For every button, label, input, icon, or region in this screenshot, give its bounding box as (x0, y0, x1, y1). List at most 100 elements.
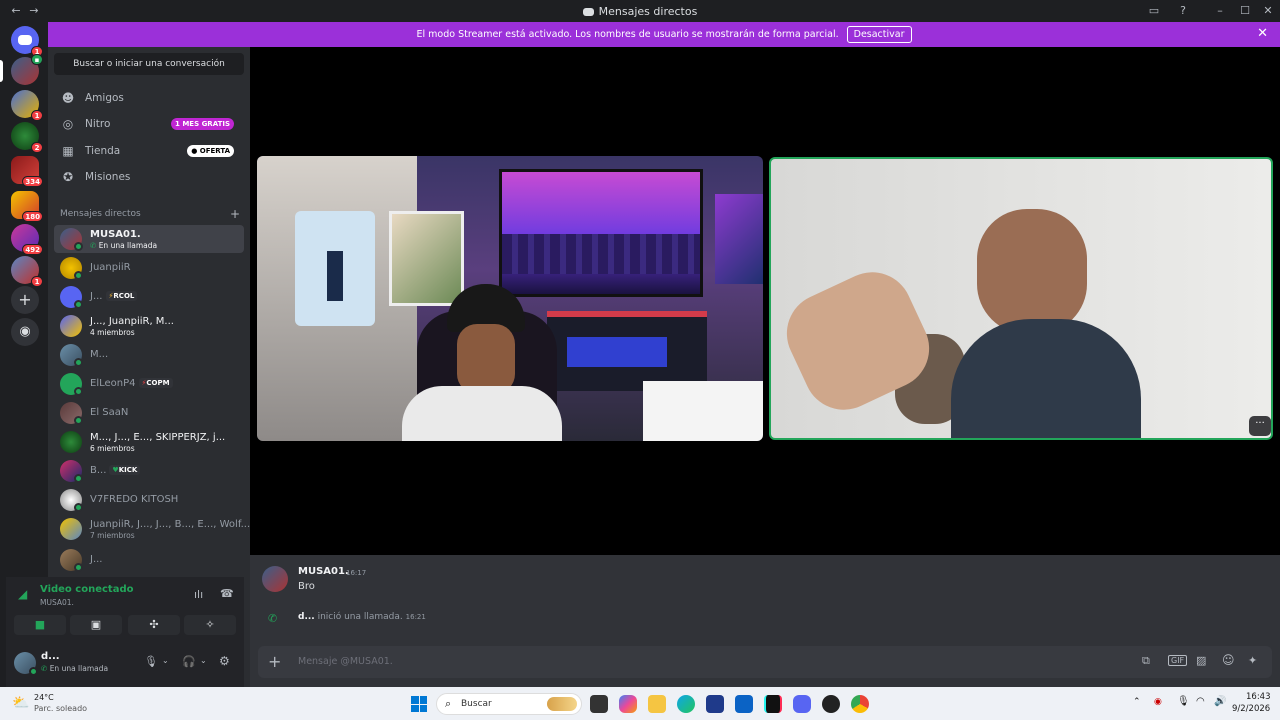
weather-desc[interactable]: Parc. soleado (34, 704, 87, 713)
create-dm-icon[interactable]: + (230, 207, 240, 221)
dm-item[interactable]: JuanpiiR (54, 254, 244, 282)
minimize-icon[interactable]: – (1212, 3, 1228, 19)
task-view-icon[interactable] (590, 695, 608, 713)
more-options-icon[interactable]: ··· (1249, 416, 1271, 436)
add-attachment-icon[interactable]: + (268, 652, 281, 671)
volume-icon[interactable]: 🔊 (1214, 696, 1226, 707)
disconnect-icon[interactable]: ☎ (220, 587, 234, 600)
nav-nitro[interactable]: ◎ Nitro 1 MES GRATIS (56, 112, 244, 136)
message-author[interactable]: MUSA01. (298, 566, 349, 577)
discord-taskbar-icon[interactable] (793, 695, 811, 713)
outlook-icon[interactable] (735, 695, 753, 713)
dm-item[interactable]: El SaaN (54, 399, 244, 427)
tray-app-icon[interactable]: ◉ (1154, 697, 1162, 707)
add-server-button[interactable]: + (11, 286, 39, 314)
friends-icon: ☻ (61, 91, 75, 105)
message-input[interactable]: Mensaje @MUSA01. (298, 656, 393, 667)
chevron-down-icon[interactable]: ⌄ (162, 656, 169, 665)
chrome-icon[interactable] (851, 695, 869, 713)
status-indicator (74, 474, 83, 483)
server-icon[interactable]: 1 (11, 90, 43, 121)
taskbar-search[interactable]: ⌕ Buscar (436, 693, 582, 715)
server-icon[interactable]: 492 (11, 224, 43, 255)
camera-button[interactable]: ■ (14, 615, 66, 635)
video-tile-streamer[interactable] (257, 156, 763, 441)
server-icon[interactable]: 334 (11, 156, 43, 187)
call-indicator-icon: ▪ (31, 54, 43, 65)
status-indicator (74, 503, 83, 512)
server-icon[interactable]: 180 (11, 191, 43, 222)
poster (715, 194, 763, 284)
soundboard-button[interactable]: ✧ (184, 615, 236, 635)
settings-gear-icon[interactable]: ⚙ (219, 654, 230, 668)
noise-suppression-icon[interactable]: ılı (194, 588, 203, 601)
server-icon[interactable]: ▪ (11, 54, 43, 85)
inbox-icon[interactable]: ▭ (1146, 3, 1162, 19)
dm-item[interactable]: J... (54, 546, 244, 574)
search-conversation-button[interactable]: Buscar o iniciar una conversación (54, 53, 244, 75)
dm-item[interactable]: M..., J..., E..., SKIPPERJZ, j... 6 miem… (54, 428, 244, 456)
home-dm-button[interactable]: 1 (11, 26, 43, 57)
chevron-down-icon[interactable]: ⌄ (200, 656, 207, 665)
wifi-icon[interactable]: ◠ (1196, 696, 1205, 707)
nav-shop[interactable]: ▦ Tienda ● OFERTA (56, 139, 244, 163)
gif-icon[interactable]: GIF (1168, 655, 1188, 666)
dm-item[interactable]: ElLeonP4 ⚡COPM (54, 370, 244, 398)
edge-icon[interactable] (677, 695, 695, 713)
dm-name: ElLeonP4 ⚡COPM (90, 378, 173, 389)
clock-time[interactable]: 16:43 (1246, 692, 1271, 702)
window-title: Mensajes directos (0, 5, 1280, 18)
hoodie (951, 319, 1141, 438)
store-icon[interactable] (706, 695, 724, 713)
app-icon[interactable] (822, 695, 840, 713)
nav-quests[interactable]: ✪ Misiones (56, 165, 244, 189)
emoji-icon[interactable]: ☺ (1222, 653, 1235, 667)
start-button[interactable] (411, 696, 427, 712)
sticker-icon[interactable]: ▨ (1196, 654, 1206, 667)
notification-badge: 180 (22, 211, 43, 222)
voice-connected-panel: ◢ Video conectado MUSA01. ılı ☎ ■ ▣ ✣ ✧ (6, 577, 244, 643)
gift-icon[interactable]: ⧉ (1142, 654, 1150, 668)
maximize-icon[interactable]: ☐ (1237, 3, 1253, 19)
screenshare-button[interactable]: ▣ (70, 615, 122, 635)
dm-item[interactable]: MUSA01. ✆ En una llamada (54, 225, 244, 253)
headphones-icon[interactable]: 🎧 (182, 655, 196, 668)
plus-icon: + (18, 290, 32, 309)
call-phone-icon: ✆ (268, 612, 278, 625)
notification-badge: 492 (22, 244, 43, 255)
notification-badge: 1 (31, 110, 43, 121)
voice-channel[interactable]: MUSA01. (40, 598, 74, 607)
close-window-icon[interactable]: ✕ (1260, 3, 1276, 19)
copilot-icon[interactable] (619, 695, 637, 713)
dm-item[interactable]: JuanpiiR, J..., J..., B..., E..., Wolf..… (54, 515, 250, 543)
dm-item[interactable]: V7FREDO KITOSH (54, 486, 244, 514)
user-name[interactable]: d... (41, 651, 60, 662)
file-explorer-icon[interactable] (648, 695, 666, 713)
status-indicator (74, 563, 83, 572)
server-icon[interactable]: 2 (11, 122, 43, 153)
tray-chevron-icon[interactable]: ⌃ (1133, 697, 1141, 707)
face (977, 209, 1087, 334)
video-tile-musa01[interactable]: ··· (769, 157, 1273, 440)
dm-item[interactable]: J..., JuanpiiR, M... 4 miembros (54, 312, 244, 340)
voice-status[interactable]: Video conectado (40, 584, 133, 595)
microphone-icon[interactable]: 🎙 (144, 655, 158, 668)
notification-badge: 1 (31, 276, 43, 287)
activities-button[interactable]: ✣ (128, 615, 180, 635)
weather-temp[interactable]: 24°C (34, 693, 54, 702)
help-icon[interactable]: ? (1175, 3, 1191, 19)
server-icon[interactable]: 1 (11, 256, 43, 287)
close-banner-icon[interactable]: ✕ (1257, 26, 1268, 41)
dm-item[interactable]: M... (54, 341, 244, 369)
apps-icon[interactable]: ✦ (1248, 654, 1257, 667)
nav-friends[interactable]: ☻ Amigos (56, 86, 244, 110)
clock-date[interactable]: 9/2/2026 (1232, 704, 1270, 714)
dm-item[interactable]: J... ⚡RCOL (54, 283, 244, 311)
microphone-tray-icon[interactable]: 🎙 (1177, 696, 1190, 707)
tiktok-icon[interactable] (764, 695, 782, 713)
message-avatar[interactable] (262, 566, 288, 592)
discover-button[interactable]: ◉ (11, 318, 39, 346)
dm-item[interactable]: B... ♥KICK (54, 457, 244, 485)
deactivate-button[interactable]: Desactivar (846, 26, 912, 43)
quests-icon: ✪ (62, 170, 74, 184)
